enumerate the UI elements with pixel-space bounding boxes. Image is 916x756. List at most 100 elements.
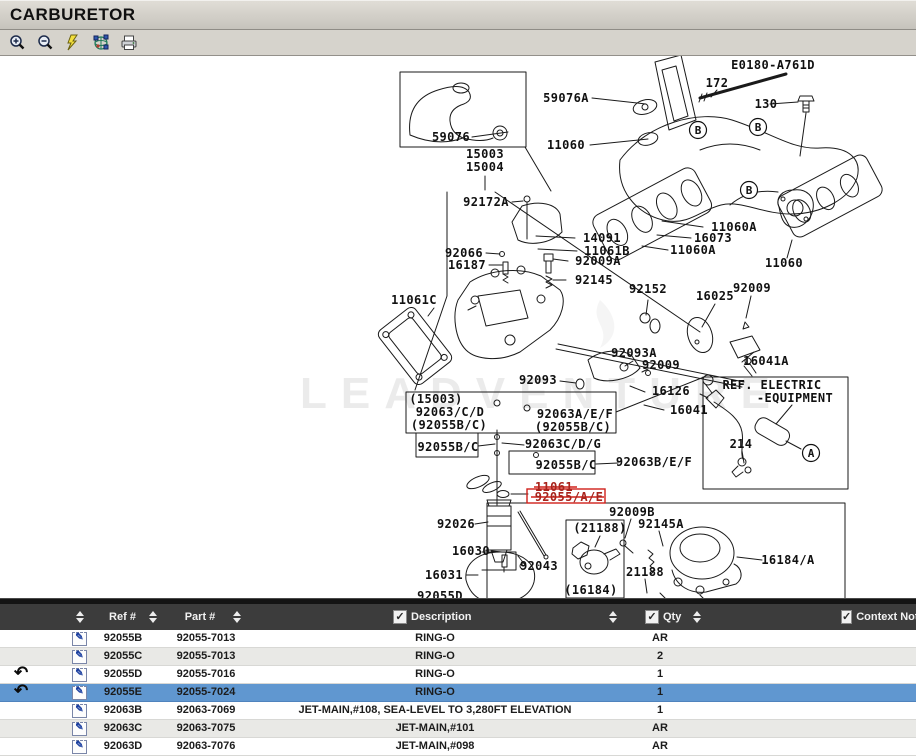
part-label: 92063/C/D (416, 405, 485, 419)
part-label: 92172A (463, 195, 509, 209)
row-ref: 92063D (88, 738, 158, 755)
parts-diagram: LEADVENTURE (0, 0, 916, 600)
row-part: 92063-7076 (158, 738, 254, 755)
parts-table: Ref # Part # Description Qty Context Not… (0, 598, 916, 755)
row-description: RING-O (260, 684, 610, 701)
part-label: 21188 (626, 565, 664, 579)
row-qty: AR (610, 738, 710, 755)
part-label: 172 (706, 76, 729, 90)
sort-icon-ref[interactable] (149, 604, 157, 630)
row-ref: 92055C (88, 648, 158, 665)
column-header-qty[interactable]: Qty (645, 604, 681, 630)
row-qty: 1 (610, 702, 710, 719)
zoom-in-icon[interactable] (7, 34, 27, 52)
part-label: (16184) (564, 583, 617, 597)
part-label: 92009 (642, 358, 680, 372)
part-label: (92055B/C) (411, 418, 487, 432)
table-row[interactable]: 92063B92063-7069JET-MAIN,#108, SEA-LEVEL… (0, 702, 916, 720)
part-label: 14091 (583, 231, 621, 245)
edit-note-icon[interactable] (72, 686, 87, 700)
row-qty: AR (610, 720, 710, 737)
part-label: (21188) (573, 521, 626, 535)
table-row[interactable]: 92063C92063-7075JET-MAIN,#101AR (0, 720, 916, 738)
qty-checkbox[interactable] (645, 610, 659, 624)
ref-marker-label: B (695, 124, 702, 137)
page-title-bar: CARBURETOR (0, 0, 916, 30)
part-label: -EQUIPMENT (757, 391, 833, 405)
part-label: 16031 (425, 568, 463, 582)
part-label: 130 (755, 97, 778, 111)
watermark-flame (597, 300, 615, 348)
table-row[interactable]: ↶92055D92055-7016RING-O1 (0, 666, 916, 684)
part-label: 92055B/C (536, 458, 597, 472)
part-label: 92055B/C (418, 440, 479, 454)
ref-marker-label: A (808, 447, 815, 460)
row-ref: 92055B (88, 630, 158, 647)
part-label: REF. ELECTRIC (722, 378, 821, 392)
sort-icon-icons[interactable] (76, 604, 84, 630)
hotspot-map-icon[interactable] (91, 34, 111, 52)
edit-note-icon[interactable] (72, 704, 87, 718)
table-row[interactable]: 92063D92063-7076JET-MAIN,#098AR (0, 738, 916, 756)
part-label: 92145 (575, 273, 613, 287)
row-ref: 92063C (88, 720, 158, 737)
back-arrow-icon[interactable]: ↶ (14, 682, 28, 700)
edit-note-icon[interactable] (72, 632, 87, 646)
edit-note-icon[interactable] (72, 740, 87, 754)
part-label: 214 (730, 437, 753, 451)
part-label: 15003 (466, 147, 504, 161)
row-part: 92063-7069 (158, 702, 254, 719)
row-ref: 92063B (88, 702, 158, 719)
column-header-ref[interactable]: Ref # (95, 604, 150, 630)
part-label: E0180-A761D (731, 58, 815, 72)
part-label: 92009A (575, 254, 621, 268)
part-label: (92055B/C) (535, 420, 611, 434)
part-label: 16041 (670, 403, 708, 417)
part-label: 11060 (765, 256, 803, 270)
ref-marker-label: B (746, 184, 753, 197)
table-row[interactable]: 92055B92055-7013RING-OAR (0, 630, 916, 648)
edit-note-icon[interactable] (72, 650, 87, 664)
sort-icon-qty[interactable] (693, 604, 701, 630)
parts-table-body: 92055B92055-7013RING-OAR92055C92055-7013… (0, 630, 916, 756)
column-header-description[interactable]: Description (393, 604, 472, 630)
context-notes-checkbox[interactable] (841, 610, 852, 624)
part-label: 59076A (543, 91, 589, 105)
part-label: 11060 (547, 138, 585, 152)
part-label: 11060A (670, 243, 716, 257)
table-row[interactable]: 92055C92055-7013RING-O2 (0, 648, 916, 666)
zoom-out-icon[interactable] (35, 34, 55, 52)
page-title: CARBURETOR (0, 1, 136, 28)
back-arrow-icon[interactable]: ↶ (14, 664, 28, 682)
flash-icon[interactable] (63, 34, 83, 52)
table-row[interactable]: ↶92055E92055-7024RING-O1 (0, 684, 916, 702)
column-header-context-notes[interactable]: Context Not (841, 604, 916, 630)
part-label: 92009 (733, 281, 771, 295)
row-part: 92055-7024 (158, 684, 254, 701)
part-label: 92063C/D/G (525, 437, 601, 451)
edit-note-icon[interactable] (72, 722, 87, 736)
ref-marker-label: B (755, 121, 762, 134)
row-qty: 2 (610, 648, 710, 665)
row-part: 92063-7075 (158, 720, 254, 737)
toolbar (0, 30, 916, 56)
column-header-part[interactable]: Part # (168, 604, 232, 630)
row-ref: 92055D (88, 666, 158, 683)
row-description: RING-O (260, 630, 610, 647)
row-qty: AR (610, 630, 710, 647)
description-checkbox[interactable] (393, 610, 407, 624)
part-label: 16126 (652, 384, 690, 398)
row-qty: 1 (610, 684, 710, 701)
print-icon[interactable] (119, 34, 139, 52)
sort-icon-description[interactable] (609, 604, 617, 630)
row-part: 92055-7016 (158, 666, 254, 683)
part-label: 92145A (638, 517, 684, 531)
part-label: 59076 (432, 130, 470, 144)
edit-note-icon[interactable] (72, 668, 87, 682)
part-label: 92043 (520, 559, 558, 573)
part-label: (15003) (409, 392, 462, 406)
part-label: 16041A (743, 354, 789, 368)
table-header: Ref # Part # Description Qty Context Not (0, 604, 916, 630)
sort-icon-part[interactable] (233, 604, 241, 630)
part-label: 92063A/E/F (537, 407, 613, 421)
